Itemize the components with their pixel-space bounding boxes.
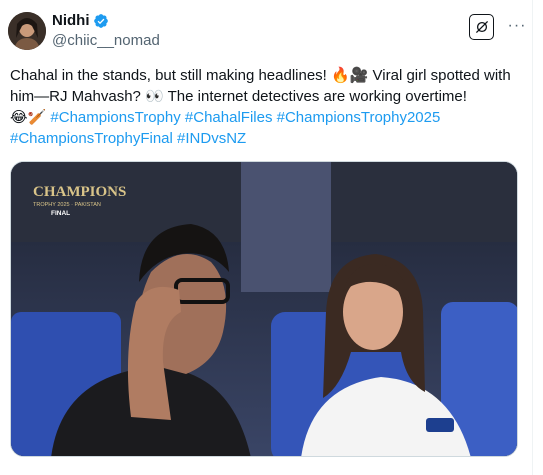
tweet-text-part-1: Chahal in the stands, but still making h… bbox=[10, 67, 332, 84]
overlay-final: FINAL bbox=[51, 210, 70, 217]
grok-button[interactable] bbox=[469, 14, 494, 40]
author-handle[interactable]: @chiic__nomad bbox=[52, 32, 160, 49]
more-options-icon: ··· bbox=[507, 17, 527, 34]
fire-camera-emoji: 🔥🎥 bbox=[331, 66, 369, 84]
laugh-cricket-emoji: 😂🏏 bbox=[10, 108, 47, 126]
tweet-media-image[interactable]: CHAMPIONS TROPHY 2025 · PAKISTAN FINAL bbox=[10, 161, 518, 457]
verified-badge-icon bbox=[93, 13, 109, 29]
hashtag-link[interactable]: #ChahalFiles bbox=[185, 109, 273, 126]
hashtag-link[interactable]: #ChampionsTrophy2025 bbox=[277, 109, 441, 126]
hashtag-link[interactable]: #INDvsNZ bbox=[177, 130, 246, 147]
tweet-text: Chahal in the stands, but still making h… bbox=[10, 65, 530, 149]
more-options-button[interactable]: ··· bbox=[505, 16, 529, 36]
eyes-emoji: 👀 bbox=[145, 87, 164, 105]
tweet-card: Nidhi @chiic__nomad ··· Chahal in the st… bbox=[0, 0, 533, 475]
author-name-row: Nidhi bbox=[52, 12, 109, 29]
hashtag-link[interactable]: #ChampionsTrophy bbox=[50, 109, 180, 126]
overlay-subtitle: TROPHY 2025 · PAKISTAN bbox=[33, 202, 101, 208]
author-avatar[interactable] bbox=[8, 12, 46, 50]
stadium-photo: CHAMPIONS TROPHY 2025 · PAKISTAN FINAL bbox=[11, 162, 517, 456]
grok-icon bbox=[475, 20, 488, 34]
hashtag-link[interactable]: #ChampionsTrophyFinal bbox=[10, 130, 173, 147]
tweet-text-part-3: The internet detectives are working over… bbox=[163, 88, 467, 105]
avatar-image bbox=[8, 12, 46, 50]
overlay-title: CHAMPIONS bbox=[33, 184, 126, 200]
author-display-name[interactable]: Nidhi bbox=[52, 12, 90, 29]
